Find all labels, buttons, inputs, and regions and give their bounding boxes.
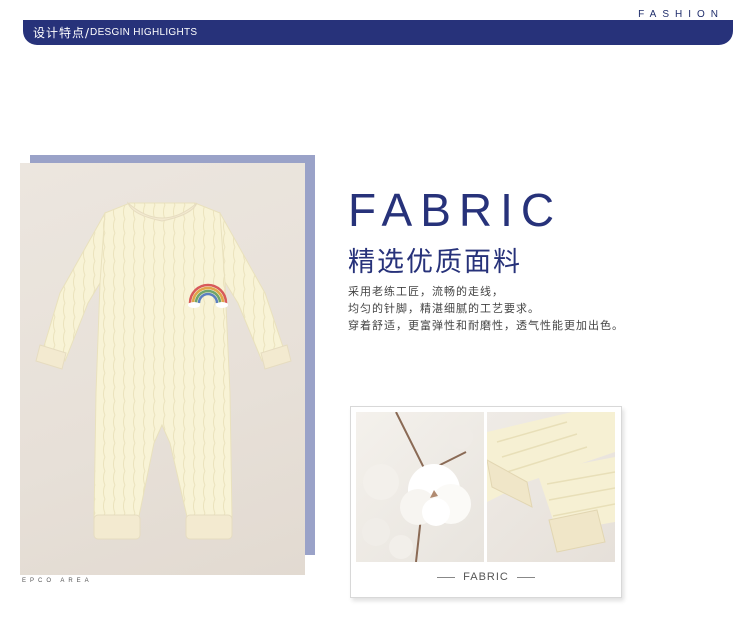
photo-caption: EPCO AREA <box>22 578 93 584</box>
fabric-title: FABRIC <box>348 184 563 236</box>
cuff-detail-image <box>487 412 615 562</box>
card-caption: FABRIC <box>351 567 621 587</box>
desc-line: 采用老练工匠，流畅的走线， <box>348 285 504 298</box>
desc-line: 均匀的针脚，精湛细腻的工艺要求。 <box>348 302 540 315</box>
section-title-cn: 设计特点/ <box>33 26 91 40</box>
card-label: FABRIC <box>463 571 509 583</box>
cotton-image <box>356 412 484 562</box>
divider <box>516 576 535 578</box>
product-photo <box>20 163 305 575</box>
section-header: 设计特点/ DESGIN HIGHLIGHTS <box>23 20 733 45</box>
section-title-en: DESGIN HIGHLIGHTS <box>90 27 198 38</box>
fabric-subtitle: 精选优质面料 <box>348 247 522 278</box>
divider <box>437 576 456 578</box>
desc-line: 穿着舒适，更富弹性和耐磨性，透气性能更加出色。 <box>348 319 624 332</box>
romper-illustration <box>35 201 292 540</box>
fabric-card: FABRIC <box>350 406 622 598</box>
fashion-label: FASHION <box>638 9 724 20</box>
fabric-description: 采用老练工匠，流畅的走线， 均匀的针脚，精湛细腻的工艺要求。 穿着舒适，更富弹性… <box>348 283 708 334</box>
